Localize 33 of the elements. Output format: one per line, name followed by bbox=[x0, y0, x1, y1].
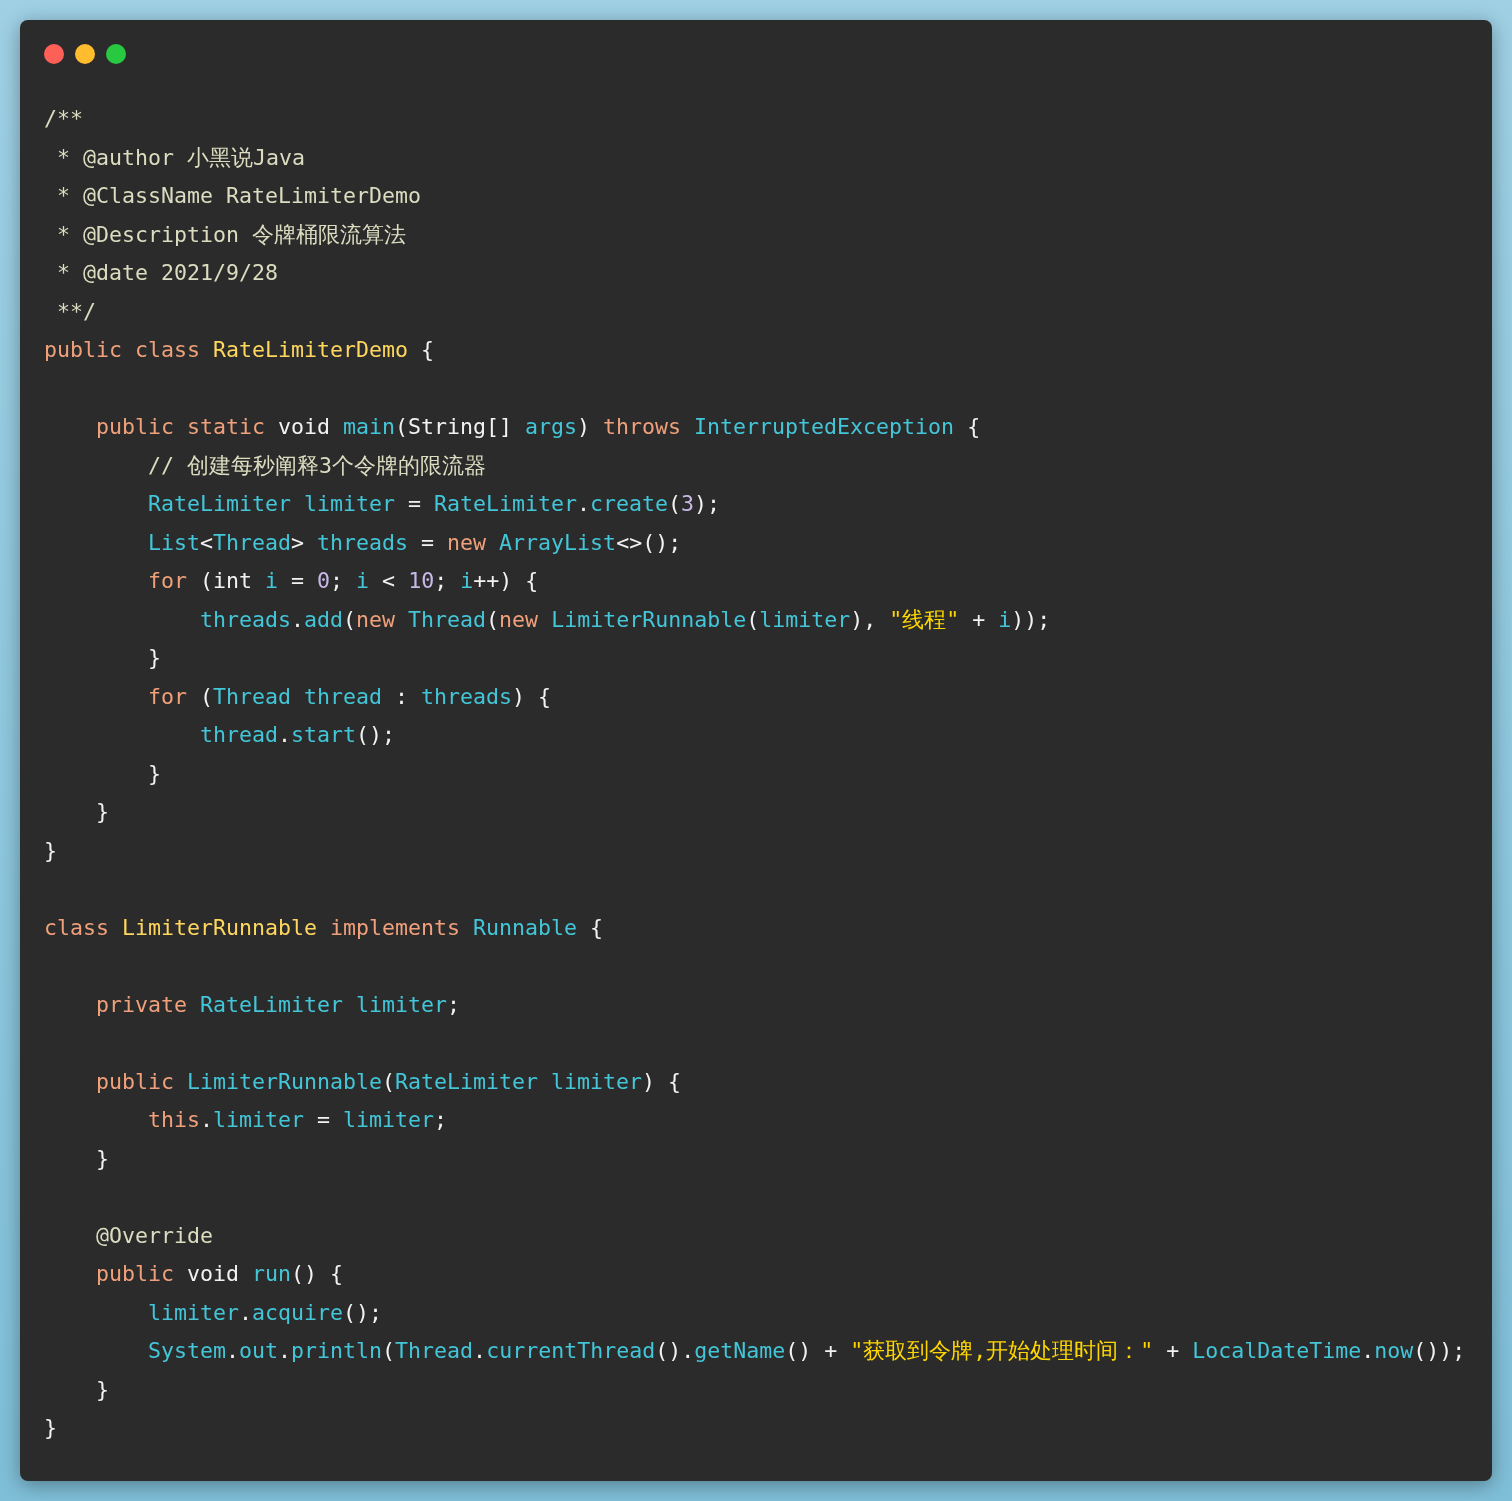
code-line: } bbox=[95, 1144, 109, 1173]
code-line: public class RateLimiterDemo { bbox=[44, 336, 435, 364]
code-line: * @ClassName RateLimiterDemo bbox=[56, 182, 421, 210]
close-dot-icon bbox=[44, 44, 64, 64]
code-line: } bbox=[44, 836, 57, 865]
code-line: } bbox=[95, 798, 109, 826]
code-line: @Override bbox=[95, 1221, 213, 1250]
code-line: **/ bbox=[56, 297, 96, 326]
code-line: // 创建每秒阐释3个令牌的限流器 bbox=[147, 451, 486, 480]
code-line: RateLimiter limiter = RateLimiter.create(3); bbox=[147, 490, 721, 518]
code-line: public static void main(String[] args) throws InterruptedException { bbox=[95, 413, 981, 441]
code-line: } bbox=[95, 1375, 109, 1404]
code-line: for (Thread thread : threads) { bbox=[147, 682, 552, 711]
code-line: for (int i = 0; i < 10; i++) { bbox=[147, 567, 539, 595]
code-line: } bbox=[44, 1414, 57, 1442]
code-line: public void run() { bbox=[95, 1260, 344, 1288]
code-line: * @author 小黑说Java bbox=[56, 143, 305, 172]
code-line: * @date 2021/9/28 bbox=[56, 259, 278, 287]
code-line: System.out.println(Thread.currentThread().getName() + "获取到令牌,开始处理时间：" + LocalDateTime.now()); bbox=[147, 1337, 1466, 1365]
minimize-dot-icon bbox=[75, 44, 95, 64]
code-line: } bbox=[147, 644, 161, 672]
code-line: /** bbox=[44, 105, 83, 133]
code-line: private RateLimiter limiter; bbox=[95, 990, 461, 1019]
code-line: class LimiterRunnable implements Runnable { bbox=[44, 913, 604, 942]
code-line: * @Description 令牌桶限流算法 bbox=[56, 220, 406, 249]
code-line: limiter.acquire(); bbox=[147, 1298, 383, 1327]
code-line: thread.start(); bbox=[199, 721, 396, 749]
code-line: this.limiter = limiter; bbox=[147, 1106, 448, 1134]
code-line: threads.add(new Thread(new LimiterRunnable(limiter), "线程" + i)); bbox=[199, 605, 1051, 634]
code-line: } bbox=[147, 759, 161, 788]
code-line: List<Thread> threads = new ArrayList<>(); bbox=[147, 528, 682, 557]
maximize-dot-icon bbox=[106, 44, 126, 64]
code-line: public LimiterRunnable(RateLimiter limiter) { bbox=[95, 1067, 682, 1096]
